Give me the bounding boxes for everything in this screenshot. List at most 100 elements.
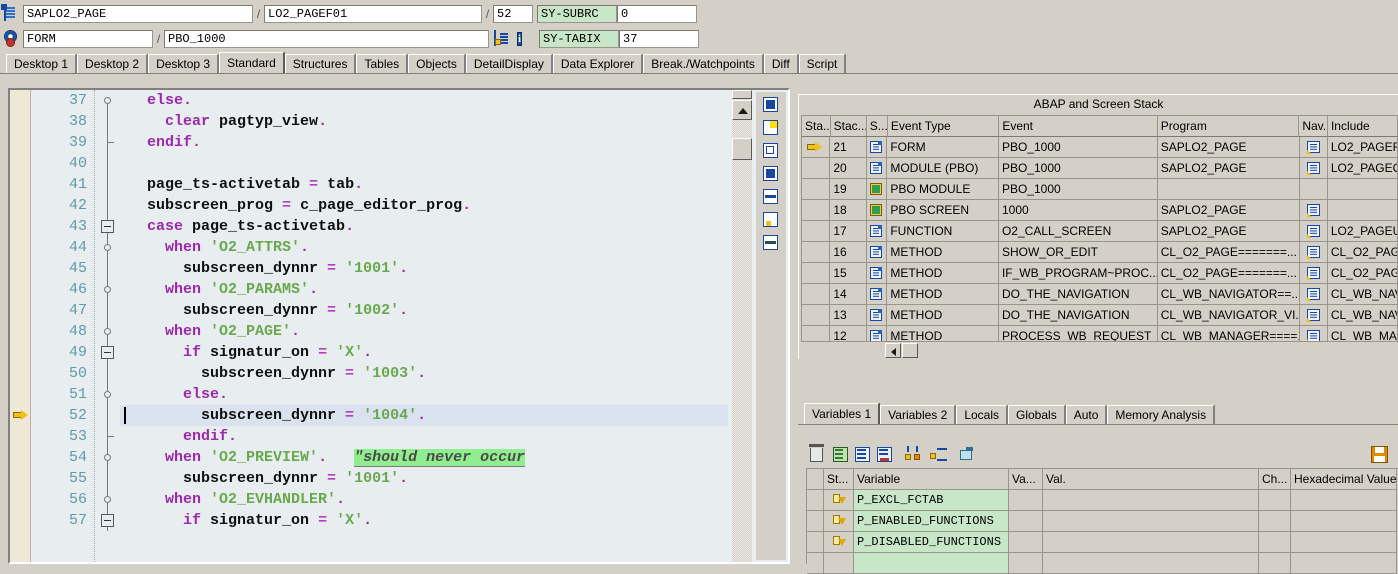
navigate-icon[interactable] xyxy=(1306,141,1320,154)
stack-nav-cell[interactable] xyxy=(1299,137,1328,158)
navigate-icon[interactable] xyxy=(1306,309,1320,322)
variables-table-row[interactable]: P_DISABLED_FUNCTIONS xyxy=(807,532,1398,553)
variables-column-header[interactable]: Hexadecimal Value xyxy=(1291,469,1397,490)
stack-table-row[interactable]: 19 PBO MODULE PBO_1000 xyxy=(802,179,1398,200)
navigate-icon[interactable] xyxy=(1306,225,1320,238)
variables-column-header[interactable]: Val. xyxy=(1043,469,1259,490)
source-line[interactable]: endif. xyxy=(120,426,728,447)
source-line[interactable]: when 'O2_PAGE'. xyxy=(120,321,728,342)
variables-column-header[interactable]: St... xyxy=(824,469,854,490)
variable-ch[interactable] xyxy=(1259,490,1291,511)
stack-column-header[interactable]: Program xyxy=(1157,116,1300,137)
stack-scroll-left-button[interactable] xyxy=(885,343,901,358)
tab-desktop-1[interactable]: Desktop 1 xyxy=(6,54,77,73)
stack-column-header[interactable]: Stac... xyxy=(830,116,867,137)
variables-table-row[interactable]: P_ENABLED_FUNCTIONS xyxy=(807,511,1398,532)
variable-ch[interactable] xyxy=(1259,532,1291,553)
scroll-up-button[interactable] xyxy=(732,100,752,120)
new-window-icon[interactable] xyxy=(761,119,781,137)
source-code-area[interactable]: else. clear pagtyp_view. endif. page_ts-… xyxy=(120,90,728,562)
stack-nav-cell[interactable] xyxy=(1299,242,1328,263)
variable-name[interactable]: P_ENABLED_FUNCTIONS xyxy=(854,511,1009,532)
save-table-icon[interactable] xyxy=(832,446,850,464)
fold-collapse-box[interactable] xyxy=(101,346,114,359)
variables-column-header[interactable]: Va... xyxy=(1009,469,1043,490)
breakpoint-tool-icon[interactable] xyxy=(761,234,781,252)
stack-table-row[interactable]: 18 PBO SCREEN 1000 SAPLO2_PAGE xyxy=(802,200,1398,221)
stack-nav-cell[interactable] xyxy=(1299,305,1328,326)
include-field[interactable]: LO2_PAGEF01 xyxy=(264,5,482,23)
tab-desktop-2[interactable]: Desktop 2 xyxy=(77,54,148,73)
var-tab-auto[interactable]: Auto xyxy=(1065,405,1107,424)
source-line[interactable]: when 'O2_ATTRS'. xyxy=(120,237,728,258)
transfer-icon[interactable] xyxy=(930,446,948,464)
variable-name[interactable]: P_DISABLED_FUNCTIONS xyxy=(854,532,1009,553)
stack-column-header[interactable]: S... xyxy=(866,116,888,137)
fold-collapse-box[interactable] xyxy=(101,220,114,233)
source-line[interactable]: else. xyxy=(120,384,728,405)
variable-hex[interactable] xyxy=(1291,511,1397,532)
variable-value[interactable] xyxy=(1043,490,1259,511)
sy-subrc-value[interactable]: 0 xyxy=(617,5,697,23)
tab-desktop-3[interactable]: Desktop 3 xyxy=(148,54,219,73)
var-tab-memory-analysis[interactable]: Memory Analysis xyxy=(1107,405,1215,424)
variables-table-row[interactable]: P_EXCL_FCTAB xyxy=(807,490,1398,511)
source-line[interactable]: clear pagtyp_view. xyxy=(120,111,728,132)
delete-icon[interactable] xyxy=(809,444,828,464)
stack-nav-icon[interactable] xyxy=(494,30,510,47)
variable-hex[interactable] xyxy=(1291,532,1397,553)
source-line[interactable]: subscreen_dynnr = '1001'. xyxy=(120,258,728,279)
variable-va[interactable] xyxy=(1009,511,1043,532)
expand-icon[interactable] xyxy=(761,165,781,183)
var-tab-variables-2[interactable]: Variables 2 xyxy=(880,405,956,424)
variables-row-selector[interactable] xyxy=(807,532,824,553)
source-line[interactable]: subscreen_dynnr = '1002'. xyxy=(120,300,728,321)
navigate-icon[interactable] xyxy=(1306,288,1320,301)
breakpoint-gutter[interactable] xyxy=(10,90,31,562)
stack-column-header[interactable]: Sta... xyxy=(802,116,831,137)
source-line[interactable]: subscreen_dynnr = '1001'. xyxy=(120,468,728,489)
var-tab-locals[interactable]: Locals xyxy=(956,405,1007,424)
source-line[interactable]: when 'O2_PREVIEW'. "should never occur xyxy=(120,447,728,468)
code-editor[interactable]: 37 38 39 40 41 42 43 44 45 46 47 48 49 50 51 52 53 54 55 56… xyxy=(8,88,790,564)
stack-table-row[interactable]: 15 METHOD IF_WB_PROGRAM~PROC... CL_O2_PAGE=… xyxy=(802,263,1398,284)
source-line[interactable]: page_ts-activetab = tab. xyxy=(120,174,728,195)
variables-column-header[interactable]: Variable xyxy=(854,469,1009,490)
variables-column-header[interactable] xyxy=(807,469,824,490)
main-program-field[interactable]: SAPLO2_PAGE xyxy=(23,5,253,23)
stack-nav-cell[interactable] xyxy=(1299,179,1328,200)
stack-nav-cell[interactable] xyxy=(1299,200,1328,221)
stack-nav-cell[interactable] xyxy=(1299,284,1328,305)
tab-diff[interactable]: Diff xyxy=(763,54,798,73)
source-line[interactable]: if signatur_on = 'X'. xyxy=(120,342,728,363)
source-line[interactable]: endif. xyxy=(120,132,728,153)
source-line[interactable]: when 'O2_PARAMS'. xyxy=(120,279,728,300)
scrollbar-thumb[interactable] xyxy=(732,138,752,160)
source-line[interactable]: else. xyxy=(120,90,728,111)
source-line[interactable]: case page_ts-activetab. xyxy=(120,216,728,237)
navigate-icon[interactable] xyxy=(1306,204,1320,217)
stack-nav-cell[interactable] xyxy=(1299,221,1328,242)
editor-vertical-scrollbar[interactable] xyxy=(732,90,752,562)
tab-data-explorer[interactable]: Data Explorer xyxy=(552,54,643,73)
var-tab-globals[interactable]: Globals xyxy=(1008,405,1065,424)
stack-column-header[interactable]: Event Type xyxy=(887,116,1000,137)
stack-table[interactable]: Sta... Stac... S... Event Type Event Program N… xyxy=(801,115,1398,359)
stack-column-header[interactable]: Event xyxy=(999,116,1158,137)
variable-ch[interactable] xyxy=(1259,511,1291,532)
sy-tabix-value[interactable]: 37 xyxy=(619,30,699,48)
navigate-icon[interactable] xyxy=(1306,267,1320,280)
variable-name[interactable]: P_EXCL_FCTAB xyxy=(854,490,1009,511)
stack-scroll-thumb[interactable] xyxy=(902,343,918,358)
line-number-field[interactable]: 52 xyxy=(493,5,533,23)
navigate-icon[interactable] xyxy=(1306,162,1320,175)
detail-view-icon[interactable] xyxy=(854,446,872,464)
event-type-field[interactable]: FORM xyxy=(23,30,153,48)
stack-horizontal-scrollbar[interactable] xyxy=(801,341,1398,359)
filter-icon[interactable] xyxy=(958,446,976,464)
variables-column-header[interactable]: Ch... xyxy=(1259,469,1291,490)
stack-nav-cell[interactable] xyxy=(1299,158,1328,179)
navigate-icon[interactable] xyxy=(1306,246,1320,259)
variable-hex[interactable] xyxy=(1291,490,1397,511)
source-line[interactable]: if signatur_on = 'X'. xyxy=(120,510,728,531)
